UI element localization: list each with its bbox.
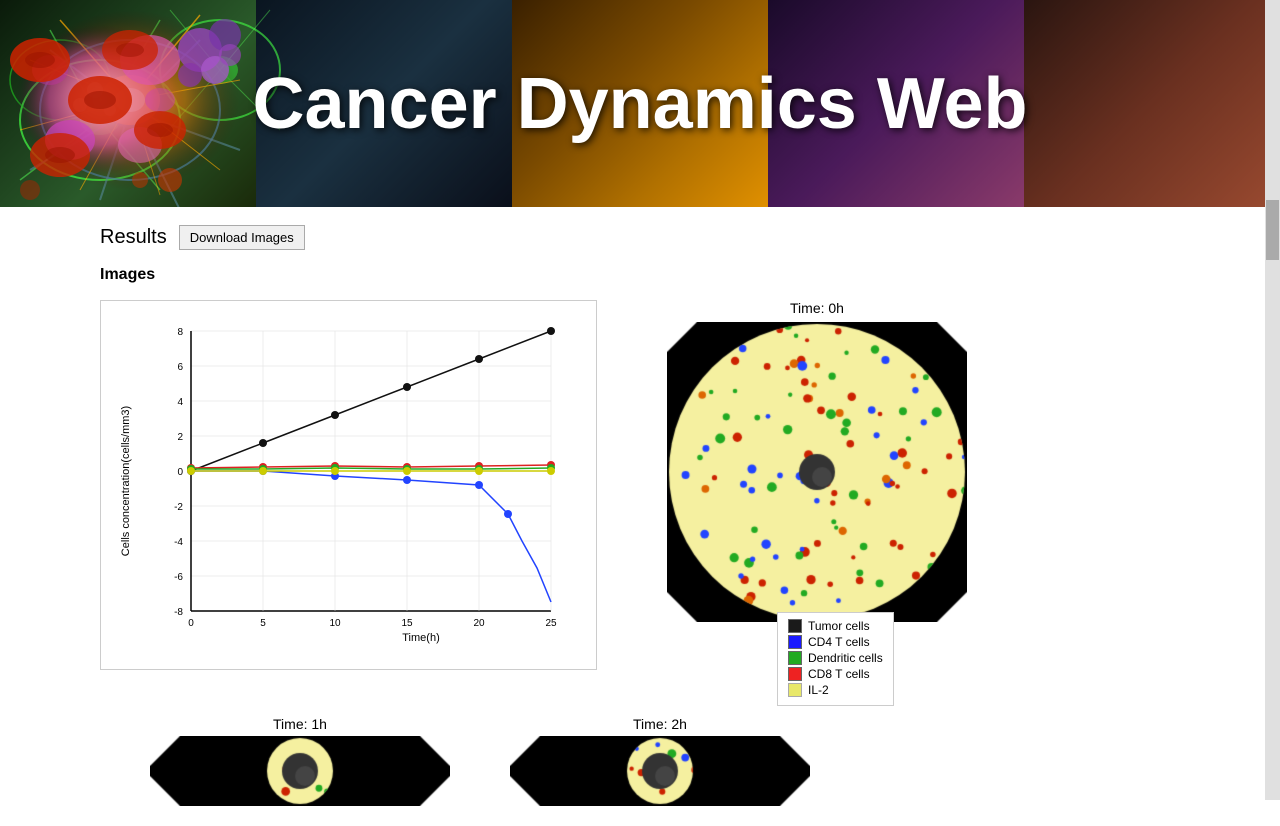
legend-label-il2: IL-2 (808, 683, 829, 697)
bottom-images-row: Time: 1h Time: 2h (150, 716, 1180, 806)
download-images-button[interactable]: Download Images (179, 225, 305, 250)
svg-text:5: 5 (260, 618, 266, 629)
svg-text:6: 6 (177, 362, 183, 373)
chart-svg: Cells concentration(cells/mm3) Time(h) (111, 311, 591, 651)
svg-text:25: 25 (545, 618, 557, 629)
time2-panel: Time: 2h (510, 716, 810, 806)
line-chart: Cells concentration(cells/mm3) Time(h) (100, 300, 597, 670)
scrollbar[interactable] (1265, 0, 1280, 800)
simulation-canvas-0 (667, 322, 967, 622)
svg-text:Cells concentration(cells/mm3): Cells concentration(cells/mm3) (120, 406, 132, 556)
svg-text:-2: -2 (174, 502, 183, 513)
legend-color-cd4 (788, 635, 802, 649)
simulation-canvas-1 (150, 736, 450, 806)
svg-text:20: 20 (473, 618, 485, 629)
legend: Tumor cells CD4 T cells Dendritic cells … (777, 612, 894, 706)
results-title: Results (100, 226, 167, 249)
svg-text:4: 4 (177, 397, 183, 408)
legend-label-cd4: CD4 T cells (808, 635, 870, 649)
scrollbar-thumb[interactable] (1266, 200, 1279, 260)
svg-text:8: 8 (177, 327, 183, 338)
page-header: Cancer Dynamics Web (0, 0, 1280, 207)
main-content: Results Download Images Images Cells con… (0, 207, 1280, 826)
legend-color-dendritic (788, 651, 802, 665)
svg-text:0: 0 (188, 618, 194, 629)
time1-label: Time: 1h (273, 716, 327, 732)
time0-label: Time: 0h (790, 300, 844, 316)
svg-text:-6: -6 (174, 572, 183, 583)
svg-text:2: 2 (177, 432, 183, 443)
legend-item-tumor: Tumor cells (788, 619, 883, 633)
results-header: Results Download Images (100, 217, 1180, 250)
header-panel-5 (1024, 0, 1280, 207)
legend-color-il2 (788, 683, 802, 697)
svg-text:-8: -8 (174, 607, 183, 618)
svg-text:0: 0 (177, 467, 183, 478)
legend-label-dendritic: Dendritic cells (808, 651, 883, 665)
time2-label: Time: 2h (633, 716, 687, 732)
simulation-canvas-2 (510, 736, 810, 806)
legend-item-dendritic: Dendritic cells (788, 651, 883, 665)
legend-item-cd8: CD8 T cells (788, 667, 883, 681)
svg-text:-4: -4 (174, 537, 183, 548)
images-section-title: Images (100, 266, 1180, 284)
svg-text:10: 10 (329, 618, 341, 629)
legend-label-cd8: CD8 T cells (808, 667, 870, 681)
legend-item-il2: IL-2 (788, 683, 883, 697)
legend-color-tumor (788, 619, 802, 633)
legend-color-cd8 (788, 667, 802, 681)
svg-text:Time(h): Time(h) (402, 632, 439, 644)
time1-panel: Time: 1h (150, 716, 450, 806)
simulation-panel: Time: 0h Tumor cells CD4 T cells Dendrit… (647, 300, 967, 706)
svg-text:15: 15 (401, 618, 413, 629)
site-title: Cancer Dynamics Web (253, 63, 1028, 145)
legend-item-cd4: CD4 T cells (788, 635, 883, 649)
legend-label-tumor: Tumor cells (808, 619, 870, 633)
